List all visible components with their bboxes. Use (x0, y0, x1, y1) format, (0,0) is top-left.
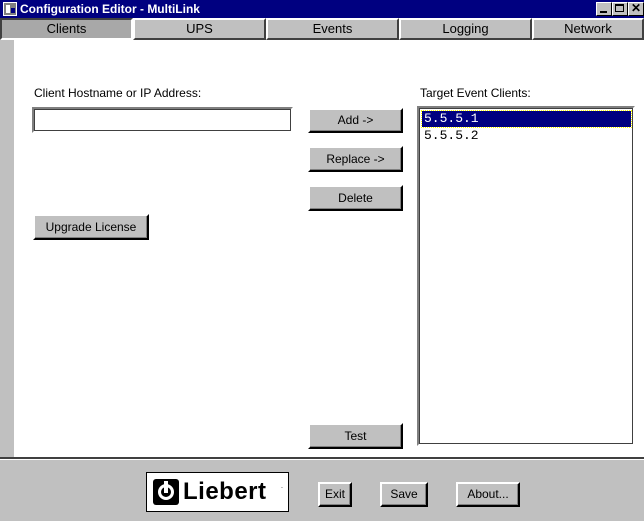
liebert-logo: Liebert . (146, 472, 289, 512)
target-clients-label: Target Event Clients: (420, 86, 531, 100)
logo-text: Liebert (183, 478, 267, 505)
minimize-button[interactable] (596, 2, 612, 16)
delete-button[interactable]: Delete (308, 185, 403, 211)
tab-strip: Clients UPS Events Logging Network (0, 18, 644, 40)
list-item[interactable]: 5.5.5.2 (422, 128, 631, 144)
tab-clients[interactable]: Clients (0, 18, 133, 40)
about-button[interactable]: About... (456, 482, 520, 507)
window-title: Configuration Editor - MultiLink (20, 2, 200, 16)
upgrade-license-button[interactable]: Upgrade License (33, 214, 149, 240)
save-button[interactable]: Save (380, 482, 428, 507)
close-button[interactable] (628, 1, 644, 16)
replace-button[interactable]: Replace -> (308, 146, 403, 172)
liebert-power-icon (153, 479, 179, 505)
maximize-button[interactable] (612, 2, 628, 16)
list-item[interactable]: 5.5.5.1 (421, 110, 632, 128)
tab-logging[interactable]: Logging (399, 18, 532, 40)
hostname-label: Client Hostname or IP Address: (34, 86, 202, 100)
exit-button[interactable]: Exit (318, 482, 352, 507)
config-editor-window: Configuration Editor - MultiLink Clients… (0, 0, 644, 521)
app-icon[interactable] (3, 2, 17, 16)
footer-divider (0, 459, 644, 460)
add-button[interactable]: Add -> (308, 108, 403, 133)
title-bar[interactable]: Configuration Editor - MultiLink (0, 0, 644, 18)
hostname-input[interactable] (32, 107, 293, 133)
logo-trademark: . (281, 483, 283, 490)
tab-ups[interactable]: UPS (133, 18, 266, 40)
target-clients-list[interactable]: 5.5.5.1 5.5.5.2 (417, 106, 635, 446)
test-button[interactable]: Test (308, 423, 403, 449)
tab-network[interactable]: Network (532, 18, 644, 40)
tab-events[interactable]: Events (266, 18, 399, 40)
